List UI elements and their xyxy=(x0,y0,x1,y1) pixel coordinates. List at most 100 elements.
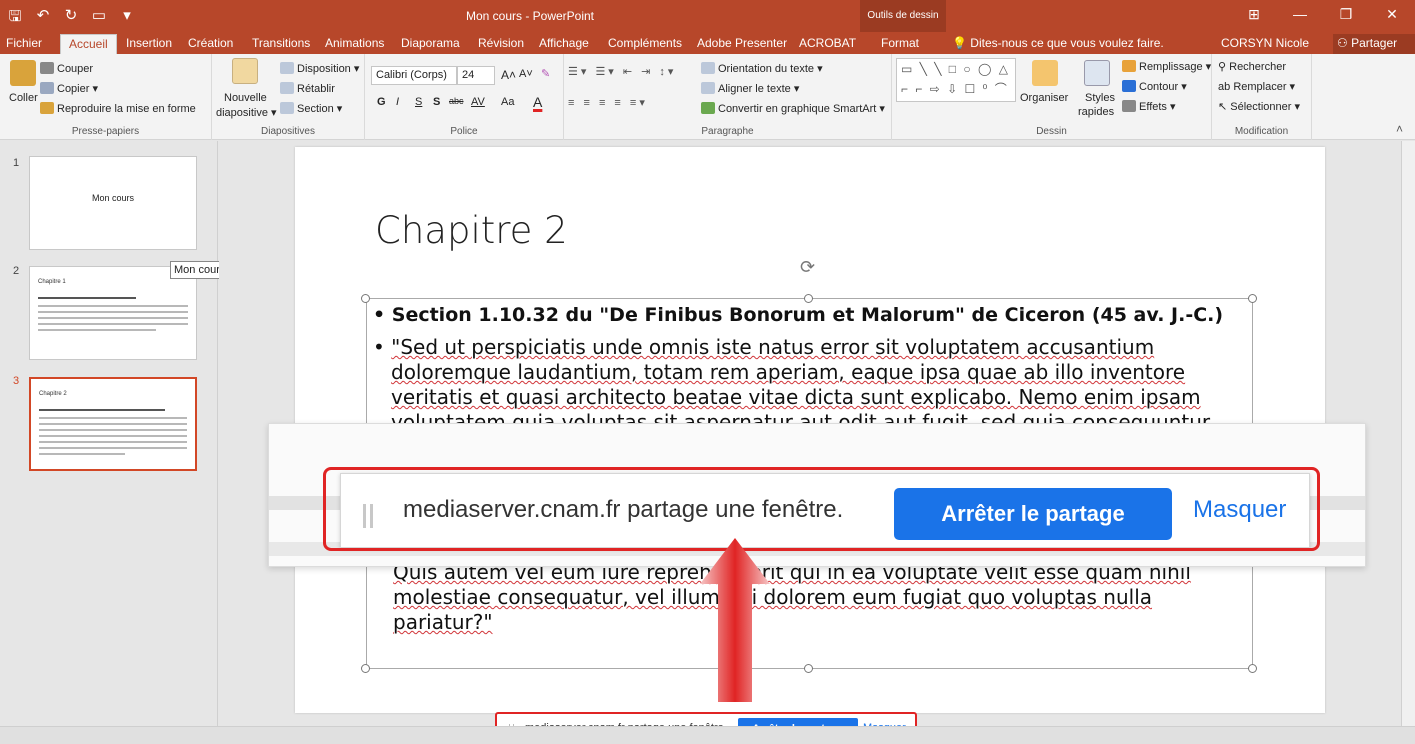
new-slide-icon[interactable] xyxy=(232,58,258,84)
replace-icon: ab xyxy=(1218,81,1231,93)
replace-button[interactable]: ab Remplacer ▾ xyxy=(1218,80,1295,93)
shadow-button[interactable]: S xyxy=(433,96,440,108)
resize-handle[interactable] xyxy=(361,664,370,673)
ribbon-tabs: Fichier Accueil Insertion Création Trans… xyxy=(0,32,1415,54)
ribbon-display-icon[interactable]: ⊞ xyxy=(1231,0,1277,32)
tab-insertion[interactable]: Insertion xyxy=(126,36,172,50)
resize-handle[interactable] xyxy=(361,294,370,303)
share-button[interactable]: ⚇ Partager xyxy=(1333,34,1415,54)
new-slide-label-1[interactable]: Nouvelle xyxy=(224,92,267,104)
quick-styles-label-2[interactable]: rapides xyxy=(1078,106,1114,118)
shape-outline-button[interactable]: Contour ▾ xyxy=(1122,80,1187,93)
thumbnail-title: Chapitre 1 xyxy=(38,279,66,285)
clear-format-icon[interactable]: ✎ xyxy=(541,67,550,80)
group-slides: Nouvelle diapositive ▾ Disposition ▾ Rét… xyxy=(212,54,365,140)
font-size-combo[interactable]: 24 xyxy=(457,66,495,85)
tab-adobe-presenter[interactable]: Adobe Presenter xyxy=(697,36,787,50)
tab-animations[interactable]: Animations xyxy=(325,36,384,50)
tab-accueil[interactable]: Accueil xyxy=(60,34,117,54)
copy-button[interactable]: Copier ▾ xyxy=(40,82,98,95)
find-button[interactable]: ⚲ Rechercher xyxy=(1218,60,1286,73)
font-name-combo[interactable]: Calibri (Corps) xyxy=(371,66,457,85)
align-text-button[interactable]: Aligner le texte ▾ xyxy=(701,82,799,95)
restore-icon[interactable]: ❐ xyxy=(1323,0,1369,32)
tab-complements[interactable]: Compléments xyxy=(608,36,682,50)
reset-icon xyxy=(280,82,294,94)
resize-handle[interactable] xyxy=(804,664,813,673)
bullet-paragraph: • "Sed ut perspiciatis unde omnis iste n… xyxy=(373,335,1211,434)
tab-fichier[interactable]: Fichier xyxy=(6,36,42,50)
reset-button[interactable]: Rétablir xyxy=(280,82,335,95)
thumbnail-title: Chapitre 2 xyxy=(39,391,67,397)
arrange-button[interactable]: Organiser xyxy=(1020,92,1068,104)
thumbnail-line xyxy=(39,447,187,449)
group-clipboard: Coller Couper Copier ▾ Reproduire la mis… xyxy=(0,54,212,140)
tab-transitions[interactable]: Transitions xyxy=(252,36,310,50)
copy-icon xyxy=(40,82,54,94)
tell-me-search[interactable]: 💡 Dites-nous ce que vous voulez faire. xyxy=(952,36,1164,50)
list-buttons[interactable]: ☰▾ ☰▾ ⇤ ⇥ ↕▾ xyxy=(568,65,676,78)
quick-styles-label-1[interactable]: Styles xyxy=(1085,92,1115,104)
vertical-scrollbar[interactable] xyxy=(1401,141,1415,726)
tab-affichage[interactable]: Affichage xyxy=(539,36,589,50)
thumbnail-slide-1[interactable]: Mon cours xyxy=(29,156,197,250)
format-painter-button[interactable]: Reproduire la mise en forme xyxy=(40,102,196,115)
shape-effects-button[interactable]: Effets ▾ xyxy=(1122,100,1176,113)
group-label-slides: Diapositives xyxy=(261,126,315,137)
select-button[interactable]: ↖ Sélectionner ▾ xyxy=(1218,100,1300,113)
char-spacing-button[interactable]: AV xyxy=(471,96,485,108)
minimize-icon[interactable]: — xyxy=(1277,0,1323,32)
tab-format[interactable]: Format xyxy=(881,36,919,50)
group-label-drawing: Dessin xyxy=(1036,126,1067,137)
strikethrough-button[interactable]: abc xyxy=(449,96,464,106)
text-direction-button[interactable]: Orientation du texte ▾ xyxy=(701,62,823,75)
paste-icon[interactable] xyxy=(10,60,36,86)
thumbnail-line xyxy=(39,435,187,437)
slide-title[interactable]: Chapitre 2 xyxy=(375,209,568,252)
shapes-gallery[interactable]: ▭ ╲ ╲ □ ○ ◯ △ ⌐ ⌐ ⇨ ⇩ ☐ ⁰ ⌒ ⌒ { } ☆ xyxy=(896,58,1016,102)
contextual-tools-label: Outils de dessin xyxy=(860,0,946,32)
user-name[interactable]: CORSYN Nicole xyxy=(1221,36,1309,50)
tab-creation[interactable]: Création xyxy=(188,36,233,50)
group-label-editing: Modification xyxy=(1234,126,1289,137)
thumbnail-line xyxy=(38,305,188,307)
section-button[interactable]: Section ▾ xyxy=(280,102,342,115)
font-color-button[interactable]: A xyxy=(533,94,542,110)
thumbnail-line xyxy=(39,453,125,455)
resize-handle[interactable] xyxy=(1248,294,1257,303)
paste-button[interactable]: Coller xyxy=(9,92,38,104)
bold-button[interactable]: G xyxy=(377,96,386,108)
collapse-ribbon-icon[interactable]: ˄ xyxy=(1396,122,1403,136)
underline-button[interactable]: S xyxy=(415,96,422,108)
tab-revision[interactable]: Révision xyxy=(478,36,524,50)
tab-diaporama[interactable]: Diaporama xyxy=(401,36,460,50)
italic-button[interactable]: I xyxy=(396,96,399,108)
tab-acrobat[interactable]: ACROBAT xyxy=(799,36,856,50)
arrange-icon[interactable] xyxy=(1032,60,1058,86)
smartart-icon xyxy=(701,102,715,114)
group-label-font: Police xyxy=(450,126,478,137)
slide-thumbnails-pane: 1 Mon cours 2 Chapitre 1 3 Chapitre 2 xyxy=(0,141,218,726)
smartart-button[interactable]: Convertir en graphique SmartArt ▾ xyxy=(701,102,885,115)
thumbnail-slide-3[interactable]: Chapitre 2 xyxy=(29,377,197,471)
rotate-handle-icon[interactable]: ⟳ xyxy=(800,257,815,278)
resize-handle[interactable] xyxy=(1248,664,1257,673)
shape-fill-button[interactable]: Remplissage ▾ xyxy=(1122,60,1211,73)
thumbnail-number: 2 xyxy=(13,265,20,277)
new-slide-label-2[interactable]: diapositive ▾ xyxy=(216,106,277,119)
grow-font-button[interactable]: A˄ xyxy=(501,68,516,82)
thumbnail-number: 1 xyxy=(13,157,20,169)
cut-button[interactable]: Couper xyxy=(40,62,93,75)
quick-styles-icon[interactable] xyxy=(1084,60,1110,86)
align-buttons[interactable]: ≡ ≡ ≡ ≡ ≡▾ xyxy=(568,96,648,109)
shrink-font-button[interactable]: A˅ xyxy=(519,68,533,80)
magnifier-icon: ⚲ xyxy=(1218,61,1227,73)
close-icon[interactable]: ✕ xyxy=(1369,0,1415,32)
slide-body[interactable]: • Section 1.10.32 du "De Finibus Bonorum… xyxy=(373,303,1243,435)
change-case-button[interactable]: Aa xyxy=(501,96,514,108)
layout-button[interactable]: Disposition ▾ xyxy=(280,62,359,75)
thumbnail-slide-2[interactable]: Chapitre 1 xyxy=(29,266,197,360)
resize-handle[interactable] xyxy=(804,294,813,303)
group-editing: ⚲ Rechercher ab Remplacer ▾ ↖ Sélectionn… xyxy=(1212,54,1312,140)
outline-pen-icon xyxy=(1122,80,1136,92)
